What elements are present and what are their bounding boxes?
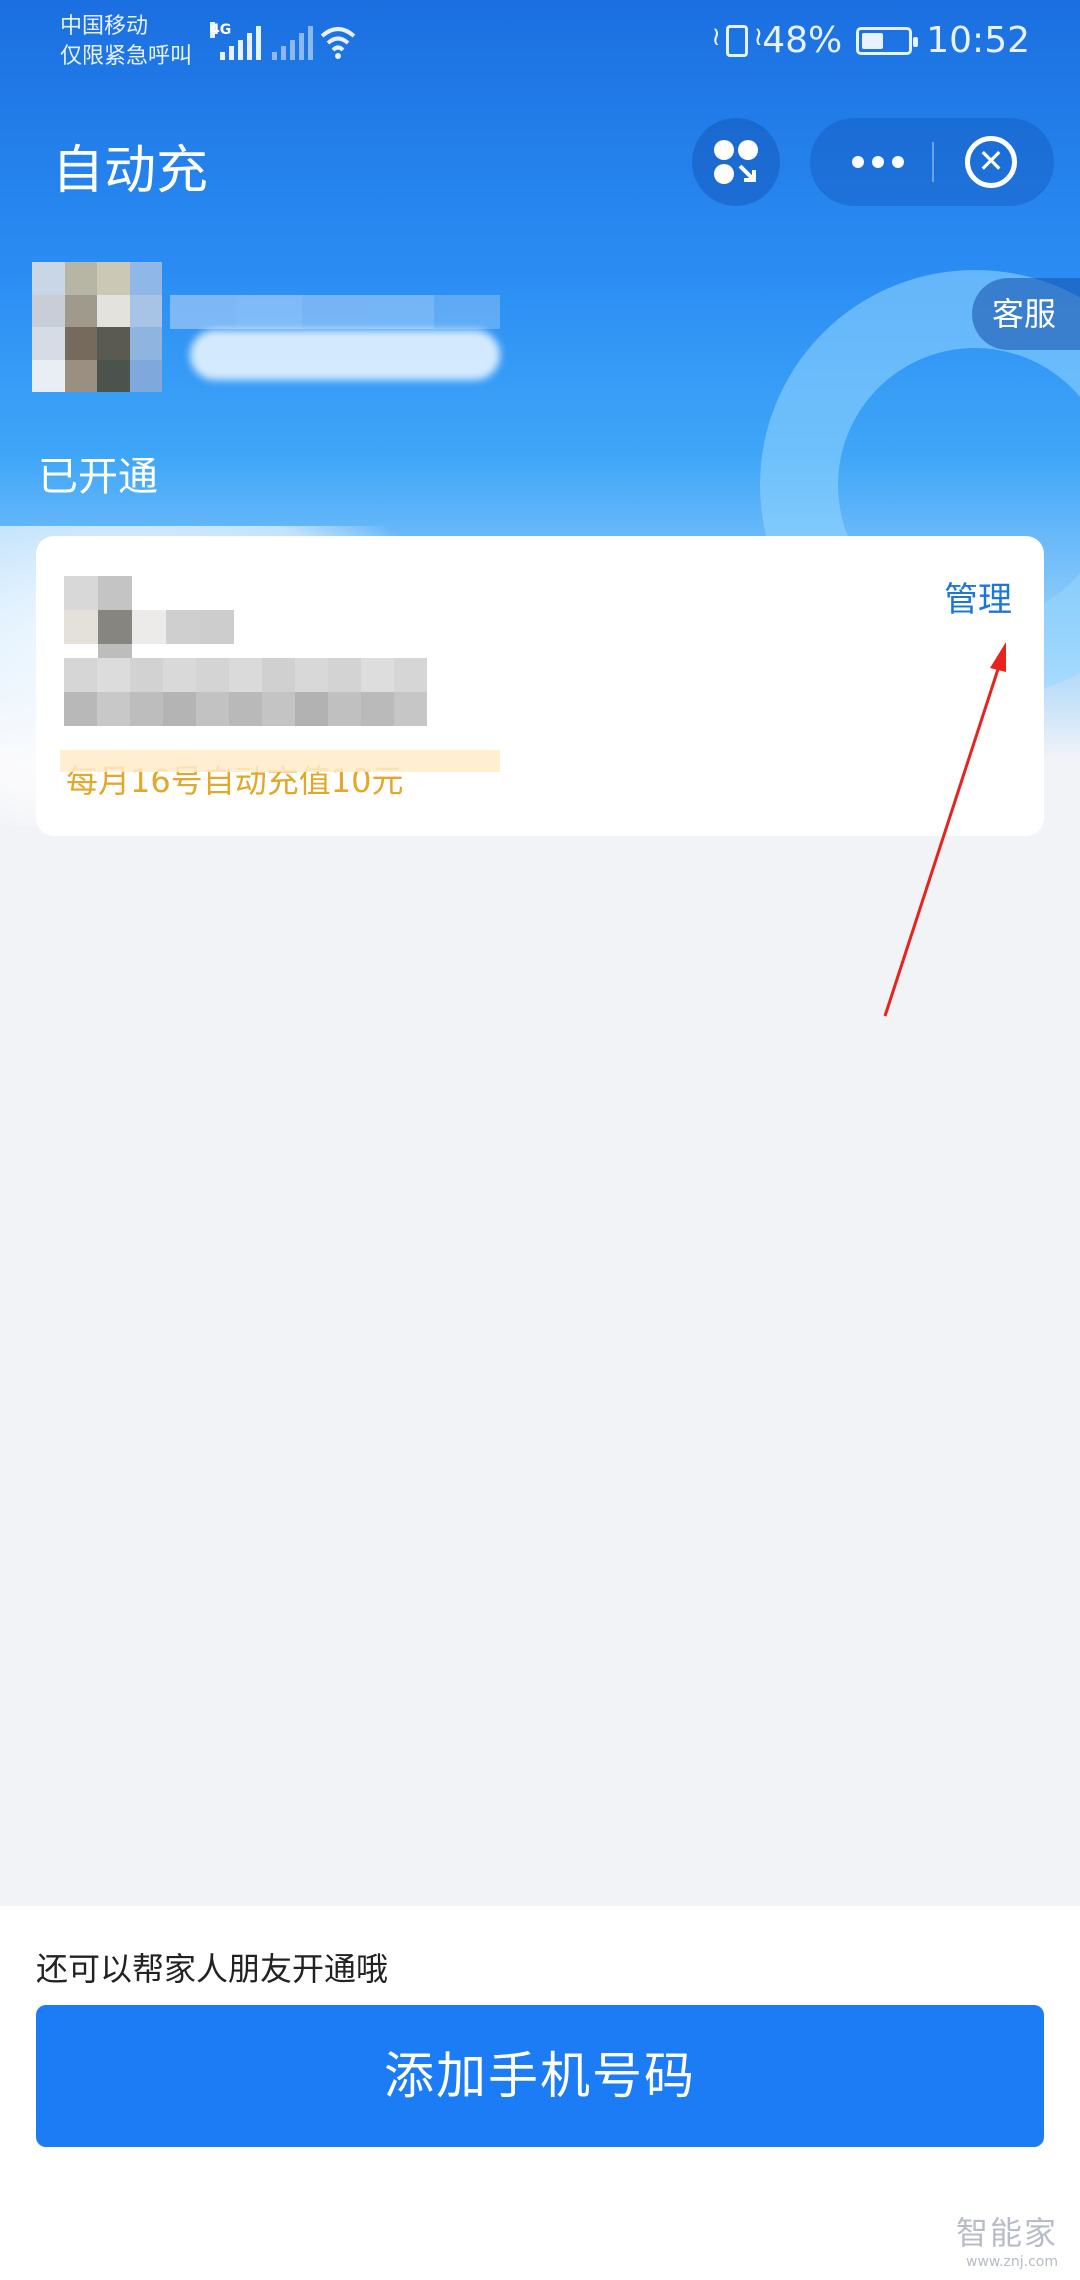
watermark-url: www.znj.com <box>966 2254 1058 2270</box>
watermark: 智能家 www.znj.com <box>956 2208 1058 2270</box>
watermark-name: 智能家 <box>955 2214 1058 2252</box>
red-arrow-icon <box>883 642 1006 1017</box>
bottom-panel: 还可以帮家人朋友开通哦 添加手机号码 智能家 www.znj.com <box>0 1906 1080 2280</box>
add-phone-button[interactable]: 添加手机号码 <box>36 2005 1044 2147</box>
family-hint: 还可以帮家人朋友开通哦 <box>36 1950 389 1988</box>
